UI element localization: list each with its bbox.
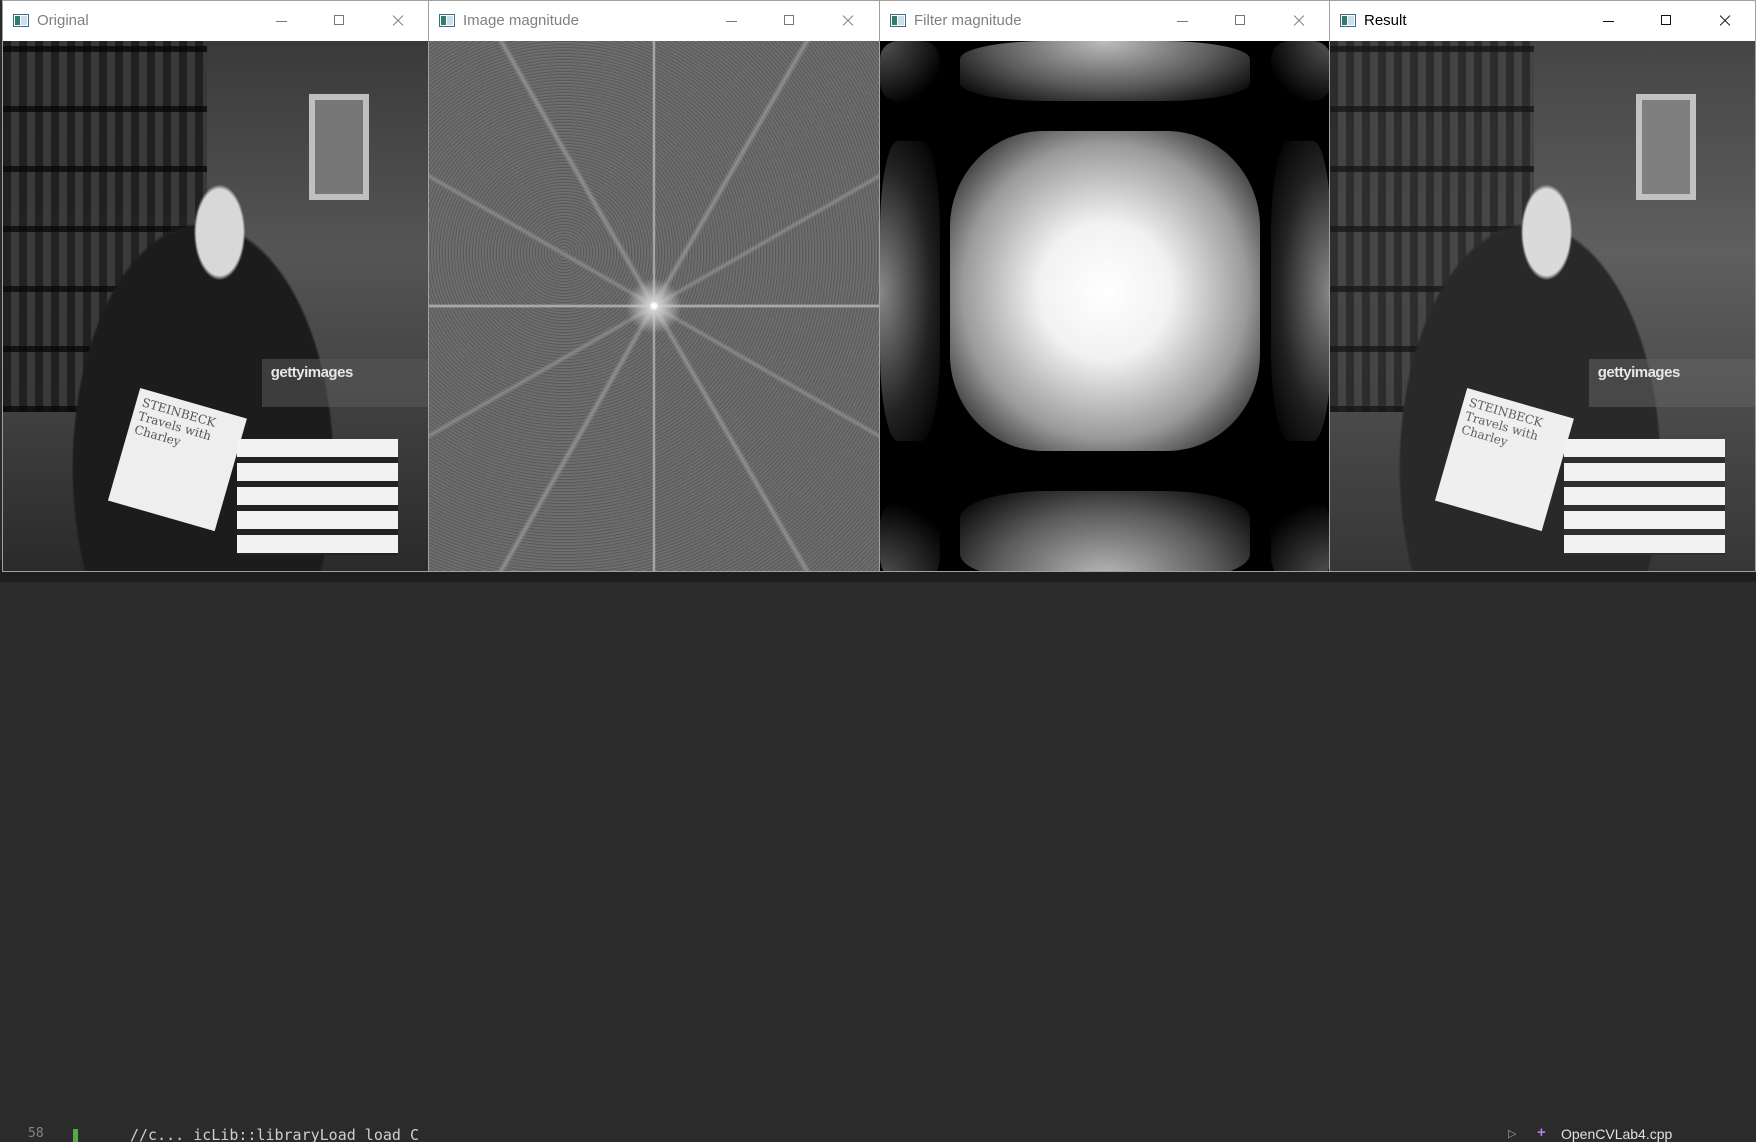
image-original: STEINBECK Travels with Charley gettyimag…: [3, 41, 428, 571]
change-marker: [73, 1129, 78, 1142]
window-image-magnitude[interactable]: Image magnitude: [428, 0, 880, 572]
maximize-button[interactable]: [1224, 9, 1258, 33]
minimize-button[interactable]: [715, 9, 749, 33]
minimize-button[interactable]: [1592, 9, 1626, 33]
titlebar[interactable]: Filter magnitude: [880, 1, 1329, 41]
titlebar[interactable]: Image magnitude: [429, 1, 879, 41]
cpp-file-icon: +: [1537, 1124, 1546, 1141]
image-magnitude-spectrum: [429, 41, 879, 571]
watermark-text: gettyimages: [270, 364, 354, 382]
minimize-button[interactable]: [265, 9, 299, 33]
window-filter-magnitude[interactable]: Filter magnitude: [879, 0, 1330, 572]
titlebar[interactable]: Result: [1330, 1, 1755, 41]
window-title: Filter magnitude: [914, 12, 1022, 29]
close-button[interactable]: [1282, 9, 1316, 33]
file-tab-label[interactable]: OpenCVLab4.cpp: [1561, 1126, 1672, 1142]
close-button[interactable]: [831, 9, 865, 33]
image-result: STEINBECK Travels with Charley gettyimag…: [1330, 41, 1755, 571]
app-icon: [1340, 14, 1356, 27]
maximize-button[interactable]: [1650, 9, 1684, 33]
close-button[interactable]: [381, 9, 415, 33]
close-button[interactable]: [1708, 9, 1742, 33]
titlebar[interactable]: Original: [3, 1, 428, 41]
window-result[interactable]: Result STEINBECK Travels with Charley ge…: [1329, 0, 1756, 572]
maximize-button[interactable]: [323, 9, 357, 33]
app-icon: [890, 14, 906, 27]
filter-magnitude-image: [880, 41, 1329, 571]
window-title: Result: [1364, 12, 1407, 29]
maximize-button[interactable]: [773, 9, 807, 33]
window-title: Original: [37, 12, 89, 29]
minimize-button[interactable]: [1166, 9, 1200, 33]
code-fragment: //c... icLib::libraryLoad load C: [130, 1126, 419, 1142]
app-icon: [439, 14, 455, 27]
book-stack: [236, 438, 399, 556]
window-title: Image magnitude: [463, 12, 579, 29]
app-icon: [13, 14, 29, 27]
chevron-right-icon[interactable]: ▷: [1508, 1127, 1516, 1140]
line-number: 58: [28, 1126, 44, 1141]
window-original[interactable]: Original STEINBECK Travels with Charley …: [2, 0, 429, 572]
